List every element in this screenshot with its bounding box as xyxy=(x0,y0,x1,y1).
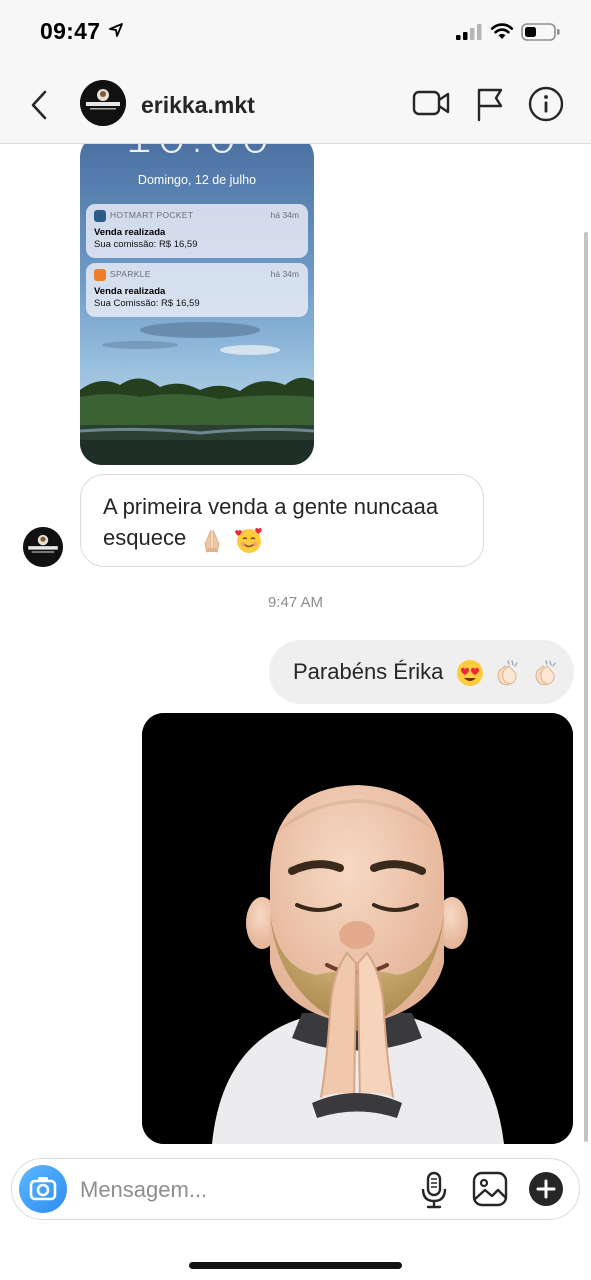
scrollbar[interactable] xyxy=(584,232,588,1142)
notification-app-name: HOTMART POCKET xyxy=(110,210,194,220)
received-message-text: A primeira venda a gente nuncaaa esquece xyxy=(103,494,439,550)
shared-photo-message[interactable]: 10:00 Domingo, 12 de julho HOTMART POCKE… xyxy=(80,135,314,465)
notification-body: Sua comissão: R$ 16,59 xyxy=(94,239,198,250)
sent-message-bubble[interactable]: Parabéns Érika xyxy=(269,640,574,704)
notification-time: há 34m xyxy=(270,269,299,279)
camera-button[interactable] xyxy=(19,1165,67,1213)
message-timestamp: 9:47 AM xyxy=(267,594,324,611)
sent-emoji-row xyxy=(456,658,562,688)
clapping-hands-emoji-icon xyxy=(535,660,556,686)
status-bar: 09:47 xyxy=(0,0,591,66)
status-time: 09:47 xyxy=(40,18,101,44)
camera-icon xyxy=(29,1177,57,1201)
cellular-signal-icon xyxy=(456,24,482,40)
home-indicator[interactable] xyxy=(189,1262,402,1269)
video-call-icon[interactable] xyxy=(412,88,450,118)
wifi-icon xyxy=(490,23,514,39)
chat-header: erikka.mkt xyxy=(0,66,591,144)
message-input[interactable] xyxy=(80,1173,400,1207)
heart-eyes-emoji-icon xyxy=(456,660,483,686)
notification-body: Sua Comissão: R$ 16,59 xyxy=(94,298,200,309)
smiling-face-with-hearts-emoji-icon xyxy=(235,528,263,554)
lockscreen-date: Domingo, 12 de julho xyxy=(137,173,257,187)
notification-card: HOTMART POCKET há 34m Venda realizada Su… xyxy=(86,204,308,258)
folded-hands-emoji-icon xyxy=(204,530,220,553)
memoji-praying-image xyxy=(142,713,573,1144)
notification-time: há 34m xyxy=(270,210,299,220)
received-message-bubble[interactable]: A primeira venda a gente nuncaaa esquece xyxy=(80,474,484,567)
notification-app-name: SPARKLE xyxy=(110,269,151,279)
battery-icon xyxy=(521,23,560,41)
avatar[interactable] xyxy=(80,80,126,126)
microphone-icon[interactable] xyxy=(420,1171,448,1209)
back-arrow-icon[interactable] xyxy=(26,88,52,122)
info-icon[interactable] xyxy=(528,86,564,122)
avatar-logo-icon xyxy=(23,527,63,567)
add-plus-icon[interactable] xyxy=(528,1171,564,1207)
clapping-hands-emoji-icon xyxy=(497,660,518,686)
sparkle-app-icon xyxy=(94,269,106,281)
notification-card: SPARKLE há 34m Venda realizada Sua Comis… xyxy=(86,263,308,317)
message-composer xyxy=(11,1158,580,1220)
sent-message-text: Parabéns Érika xyxy=(293,658,444,684)
sender-avatar[interactable] xyxy=(23,527,63,567)
memoji-sticker-message[interactable] xyxy=(142,713,573,1144)
hotmart-app-icon xyxy=(94,210,106,222)
notification-title: Venda realizada xyxy=(94,286,166,297)
location-arrow-icon xyxy=(109,23,123,37)
message-thread[interactable]: 10:00 Domingo, 12 de julho HOTMART POCKE… xyxy=(0,0,591,1155)
flag-icon[interactable] xyxy=(474,86,506,122)
avatar-logo-icon xyxy=(80,80,126,126)
received-emoji-row xyxy=(198,523,266,555)
chat-username[interactable]: erikka.mkt xyxy=(141,92,255,119)
gallery-icon[interactable] xyxy=(472,1171,508,1207)
notification-title: Venda realizada xyxy=(94,227,166,238)
